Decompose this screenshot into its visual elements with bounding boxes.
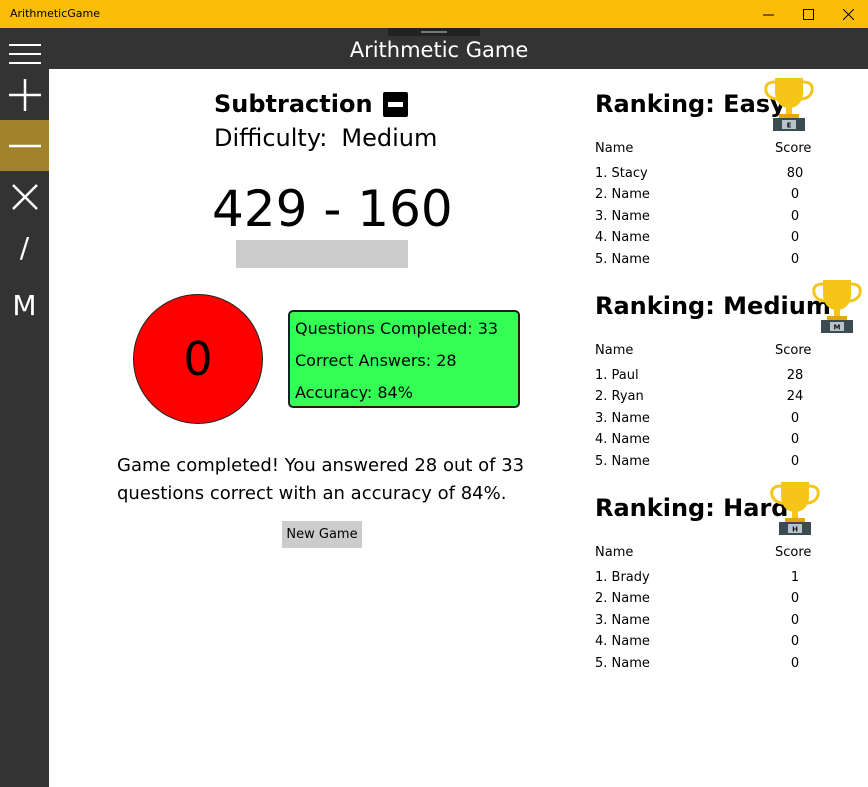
nav-subtraction-button[interactable] (0, 120, 49, 171)
trophy-icon: E (764, 78, 814, 131)
nav-multiplication-button[interactable] (0, 171, 49, 222)
nav-addition-button[interactable] (0, 69, 49, 120)
ranking-row: 5. Name 0 (595, 252, 800, 267)
ranking-row: 1. Brady 1 (595, 570, 800, 585)
times-icon (11, 183, 38, 210)
ranking-row: 2. Name 0 (595, 591, 800, 606)
answer-input[interactable] (236, 240, 408, 268)
trophy-badge: M (834, 324, 841, 332)
difficulty-label: Difficulty: (214, 124, 328, 152)
ranking-row: 1. Stacy 80 (595, 166, 804, 181)
stat-accuracy: Accuracy: 84% (295, 383, 413, 402)
minus-icon (8, 144, 41, 147)
close-button[interactable] (826, 0, 868, 28)
stat-completed: Questions Completed: 33 (295, 319, 499, 338)
stat-correct: Correct Answers: 28 (295, 351, 457, 370)
hamburger-icon (8, 43, 41, 64)
stats-panel: Questions Completed: 33 Correct Answers:… (288, 310, 520, 408)
trophy-badge: H (792, 526, 798, 534)
score-header: Score (775, 545, 812, 560)
name-header: Name (595, 545, 634, 560)
result-message: Game completed! You answered 28 out of 3… (117, 455, 525, 504)
ranking-row: 5. Name 0 (595, 454, 800, 469)
minimize-button[interactable] (746, 0, 790, 28)
maximize-button[interactable] (786, 0, 830, 28)
minus-square-icon (382, 91, 408, 117)
ranking-title: Ranking: Medium (595, 292, 831, 320)
nav-division-button[interactable]: / (0, 222, 49, 273)
ranking-hard: Ranking: Hard H Name Score 1. Brady 1 2. … (595, 482, 865, 678)
app-header: Arithmetic Game (0, 28, 868, 69)
ranking-row: 3. Name 0 (595, 613, 800, 628)
timer-circle: 0 (133, 294, 263, 424)
name-header: Name (595, 343, 634, 358)
ranking-row: 4. Name 0 (595, 634, 800, 649)
trophy-icon: M (812, 280, 862, 333)
ranking-row: 4. Name 0 (595, 230, 800, 245)
ranking-row: 3. Name 0 (595, 411, 800, 426)
score-header: Score (775, 141, 812, 156)
ranking-row: 3. Name 0 (595, 209, 800, 224)
drag-grip[interactable] (388, 28, 480, 36)
ranking-row: 1. Paul 28 (595, 368, 804, 383)
ranking-row: 2. Ryan 24 (595, 389, 804, 404)
trophy-badge: E (787, 122, 792, 130)
ranking-title: Ranking: Hard (595, 494, 789, 522)
problem-text: 429 - 160 (212, 180, 453, 238)
ranking-row: 2. Name 0 (595, 187, 800, 202)
operation-title: Subtraction (214, 90, 408, 118)
window-titlebar: ArithmeticGame (0, 0, 868, 28)
slash-icon: / (19, 231, 30, 264)
ranking-medium: Ranking: Medium M Name Score 1. Paul 28 2… (595, 280, 865, 476)
score-header: Score (775, 343, 812, 358)
app-title: Arithmetic Game (349, 38, 529, 62)
ranking-row: 4. Name 0 (595, 432, 800, 447)
ranking-title: Ranking: Easy (595, 90, 786, 118)
side-nav: / M (0, 28, 49, 787)
name-header: Name (595, 141, 634, 156)
m-icon: M (12, 289, 37, 322)
difficulty-line: Difficulty: Medium (214, 124, 437, 152)
ranking-row: 5. Name 0 (595, 656, 800, 671)
nav-mixed-button[interactable]: M (0, 280, 49, 331)
timer-value: 0 (183, 332, 213, 386)
window-title: ArithmeticGame (10, 7, 101, 20)
ranking-easy: Ranking: Easy E Name Score 1. Stacy 80 2.… (595, 78, 865, 274)
new-game-button[interactable]: New Game (282, 521, 362, 548)
trophy-icon: H (770, 482, 820, 535)
operation-label: Subtraction (214, 90, 373, 118)
close-icon (842, 8, 854, 20)
plus-icon (8, 78, 41, 111)
minimize-icon (762, 14, 774, 15)
maximize-icon (802, 8, 814, 20)
difficulty-value: Medium (341, 124, 438, 152)
